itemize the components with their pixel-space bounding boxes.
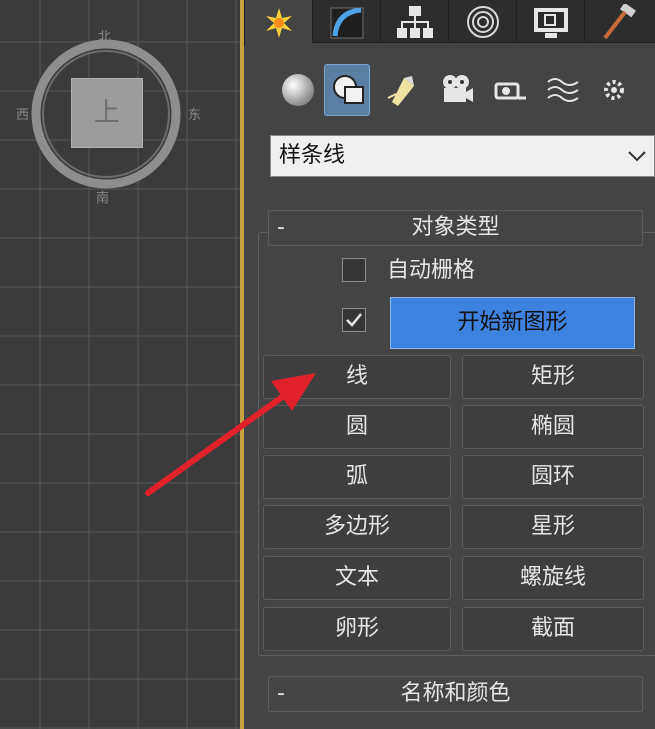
subtab-geometry[interactable]: [274, 64, 320, 116]
viewcube-north-label[interactable]: 北: [98, 26, 111, 45]
auto-grid-checkbox[interactable]: [342, 258, 366, 282]
circle-button[interactable]: 圆: [263, 405, 451, 449]
display-icon: [534, 8, 568, 38]
viewcube-east-label[interactable]: 东: [188, 104, 201, 123]
subtab-space-warps[interactable]: [540, 64, 586, 116]
create-category-tabs: [274, 64, 655, 116]
object-type-rollout-header[interactable]: - 对象类型: [268, 210, 643, 246]
shapes-icon: [333, 75, 364, 104]
subtab-systems[interactable]: [594, 64, 634, 116]
chevron-down-icon: [628, 151, 646, 162]
start-new-shape-button[interactable]: 开始新图形: [390, 297, 635, 349]
viewcube-west-label[interactable]: 西: [16, 104, 29, 123]
tab-motion[interactable]: [448, 0, 517, 43]
systems-icon: [604, 80, 624, 100]
modify-icon: [330, 7, 364, 39]
ngon-button[interactable]: 多边形: [263, 505, 451, 549]
lights-icon: [387, 76, 414, 106]
ellipse-button[interactable]: 椭圆: [462, 405, 644, 449]
viewcube-top-face[interactable]: 上: [71, 78, 143, 148]
viewport-top[interactable]: 北 南 西 东 上: [0, 0, 240, 729]
geometry-icon: [282, 74, 314, 106]
tab-modify[interactable]: [312, 0, 381, 43]
star-button[interactable]: 星形: [462, 505, 644, 549]
subtab-shapes[interactable]: [324, 64, 370, 116]
section-button[interactable]: 截面: [462, 607, 644, 651]
command-panel: 样条线 - 对象类型 自动栅格 开始新图形 线 矩形 圆 椭圆 弧 圆环 多边形…: [244, 0, 655, 729]
viewcube-south-label[interactable]: 南: [96, 187, 109, 206]
line-button[interactable]: 线: [263, 355, 451, 399]
egg-button[interactable]: 卵形: [263, 607, 451, 651]
category-dropdown[interactable]: 样条线: [270, 135, 655, 177]
helpers-icon: [494, 82, 526, 100]
create-icon: [266, 8, 292, 38]
helix-button[interactable]: 螺旋线: [462, 556, 644, 600]
cameras-icon: [443, 75, 473, 102]
command-panel-tabs: [244, 0, 655, 46]
object-type-rollout-title: 对象类型: [411, 215, 500, 240]
auto-grid-label[interactable]: 自动栅格: [387, 256, 475, 286]
name-and-color-rollout-header[interactable]: - 名称和颜色: [268, 676, 643, 712]
subtab-lights[interactable]: [378, 64, 424, 116]
text-button[interactable]: 文本: [263, 556, 451, 600]
motion-icon: [467, 6, 499, 38]
tab-hierarchy[interactable]: [380, 0, 449, 43]
tab-utilities[interactable]: [584, 0, 655, 43]
subtab-cameras[interactable]: [432, 64, 478, 116]
viewcube-face-label: 上: [93, 98, 120, 128]
space-warps-icon: [547, 78, 579, 102]
donut-button[interactable]: 圆环: [462, 455, 644, 499]
tab-create[interactable]: [244, 0, 313, 46]
utilities-icon: [603, 4, 637, 40]
hierarchy-icon: [397, 6, 433, 38]
arc-button[interactable]: 弧: [263, 455, 451, 499]
subtab-helpers[interactable]: [486, 64, 532, 116]
tab-display[interactable]: [516, 0, 585, 43]
checkmark-icon: [346, 313, 362, 327]
rectangle-button[interactable]: 矩形: [462, 355, 644, 399]
category-dropdown-value: 样条线: [279, 143, 346, 168]
start-new-shape-checkbox[interactable]: [342, 308, 366, 332]
name-and-color-rollout-title: 名称和颜色: [400, 681, 511, 706]
